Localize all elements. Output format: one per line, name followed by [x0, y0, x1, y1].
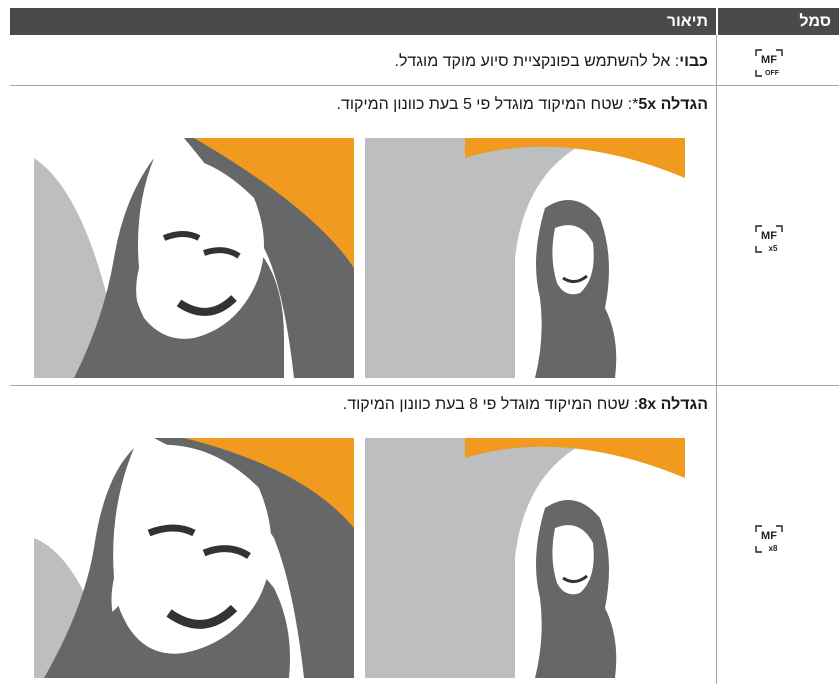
normal-illustration-x8	[365, 438, 685, 678]
mf-x8-icon: MF x8	[755, 525, 783, 553]
mf-x5-icon: MF x5	[755, 225, 783, 253]
table-header: תיאור סמל	[10, 8, 839, 35]
svg-text:x8: x8	[769, 544, 778, 553]
mf-off-icon: MF OFF	[755, 49, 783, 77]
row-x8-text: הגדלה 8x: שטח המיקוד מוגדל פי 8 בעת כוונ…	[342, 396, 708, 413]
svg-text:MF: MF	[761, 530, 777, 542]
header-description: תיאור	[10, 8, 716, 35]
header-symbol: סמל	[718, 8, 839, 35]
svg-text:MF: MF	[761, 54, 777, 66]
column-divider	[716, 35, 717, 684]
row-x5-text: הגדלה 5x*: שטח המיקוד מוגדל פי 5 בעת כוו…	[336, 96, 708, 113]
magnified-illustration-x5	[34, 138, 354, 378]
svg-text:OFF: OFF	[765, 70, 780, 77]
row-divider	[10, 85, 839, 86]
svg-text:x5: x5	[769, 244, 778, 253]
normal-illustration-x5	[365, 138, 685, 378]
magnified-illustration-x8	[34, 438, 354, 678]
svg-text:MF: MF	[761, 230, 777, 242]
row-divider	[10, 385, 839, 386]
row-off-text: כבוי: אל להשתמש בפונקציית סיוע מוקד מוגד…	[394, 53, 709, 70]
